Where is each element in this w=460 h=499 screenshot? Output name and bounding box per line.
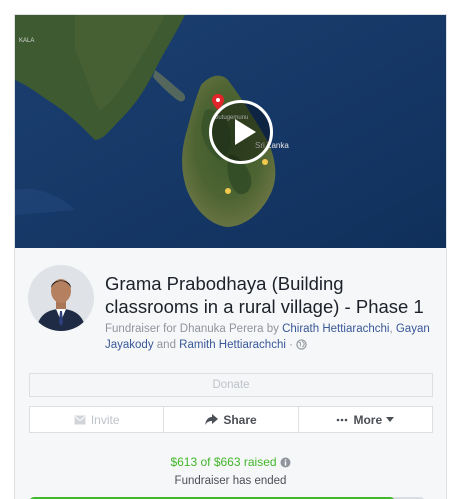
donate-button[interactable]: Donate — [29, 373, 433, 397]
action-bar: Invite Share More — [29, 406, 433, 433]
share-arrow-icon — [205, 414, 219, 425]
person-photo — [28, 265, 94, 331]
envelope-icon — [74, 415, 86, 425]
play-icon — [235, 119, 256, 145]
more-button[interactable]: More — [299, 407, 432, 432]
ellipsis-icon — [336, 418, 348, 422]
chevron-down-icon — [386, 417, 395, 422]
share-button[interactable]: Share — [164, 407, 299, 432]
byline-separator: , — [389, 323, 393, 335]
info-icon[interactable] — [280, 457, 291, 471]
fundraiser-info: Grama Prabodhaya (Building classrooms in… — [15, 248, 446, 499]
map-marker — [225, 188, 231, 194]
more-label: More — [353, 412, 383, 427]
globe-icon[interactable] — [296, 339, 307, 355]
raised-amount: $613 of $663 raised — [15, 455, 446, 471]
fundraiser-title[interactable]: Grama Prabodhaya (Building classrooms in… — [105, 272, 440, 318]
byline-separator: and — [153, 339, 180, 351]
fundraiser-status: Fundraiser has ended — [174, 475, 287, 487]
map-marker — [262, 159, 268, 165]
organizer-link[interactable]: Ramith Hettiarachchi — [179, 339, 286, 351]
avatar[interactable] — [28, 265, 94, 331]
invite-label: Invite — [90, 412, 120, 427]
invite-button[interactable]: Invite — [30, 407, 165, 432]
map-region-label: KALA — [19, 38, 34, 44]
fundraiser-byline: Fundraiser for Dhanuka Perera by Chirath… — [105, 321, 440, 355]
play-button[interactable] — [209, 100, 273, 164]
raised-text: $613 of $663 raised — [170, 455, 277, 469]
share-label: Share — [223, 412, 257, 427]
byline-prefix: Fundraiser for Dhanuka Perera by — [105, 323, 283, 335]
organizer-link[interactable]: Chirath Hettiarachchi — [282, 323, 389, 335]
byline-separator: · — [285, 339, 297, 351]
map-video-thumbnail[interactable]: Dutugemunu Sri Lanka KALA — [15, 15, 446, 248]
fundraiser-card: Dutugemunu Sri Lanka KALA Grama Prabodha… — [14, 14, 447, 499]
